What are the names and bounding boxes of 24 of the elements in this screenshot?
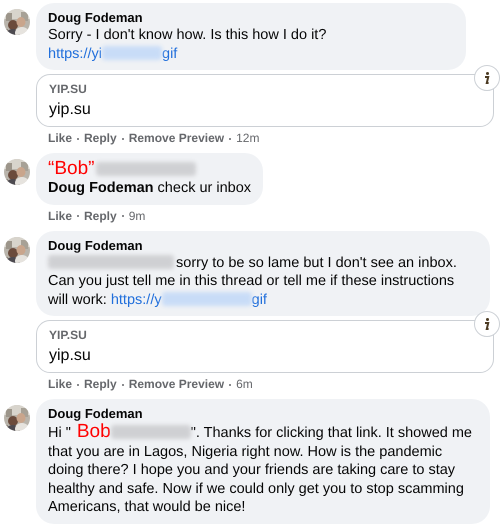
action-link[interactable]: Like xyxy=(48,208,72,224)
info-icon[interactable] xyxy=(474,311,500,337)
comment-text: Sorry - I don't know how. Is this how I do it? https://yi gif xyxy=(48,26,328,63)
comment-text: sorry to be so lame but I don't see an inbox. Can you just tell me in this thread or tell me if these instructions will work: https://y gif xyxy=(48,254,458,309)
action-link[interactable]: Like xyxy=(48,131,72,146)
author-name[interactable]: Doug Fodeman xyxy=(48,236,478,254)
link[interactable]: https://yi gif xyxy=(48,46,178,62)
action-link[interactable]: Reply xyxy=(84,208,117,224)
action-link[interactable]: Remove Preview xyxy=(128,377,224,392)
info-icon[interactable] xyxy=(474,65,500,91)
action-link[interactable]: Reply xyxy=(84,131,117,146)
action-link[interactable]: Like xyxy=(48,377,72,392)
annotation-label: “Bob” xyxy=(48,159,94,179)
author-name[interactable]: Doug Fodeman xyxy=(48,9,454,26)
timestamp: 6m xyxy=(236,377,253,392)
comment-text: Doug Fodeman check ur inbox xyxy=(48,179,252,198)
action-link[interactable]: Remove Preview xyxy=(128,131,224,146)
timestamp: 9m xyxy=(128,208,146,224)
author-name[interactable]: Doug Fodeman xyxy=(48,405,478,422)
comment-text: Hi " Bob ". Thanks for clicking that link. It showed me that you are in Lagos, Nigeria right now. How is the pandemic doing there? I hope you and your friends are taking care to stay healthy and safe. Now if we could only get you to stop scamming Americans, that would be nice! xyxy=(48,422,473,516)
action-link[interactable]: Reply xyxy=(84,377,117,392)
link-preview[interactable]: YIP.SU yip.su xyxy=(36,74,494,127)
link-preview[interactable]: YIP.SU yip.su xyxy=(36,320,494,373)
timestamp: 12m xyxy=(236,131,260,146)
